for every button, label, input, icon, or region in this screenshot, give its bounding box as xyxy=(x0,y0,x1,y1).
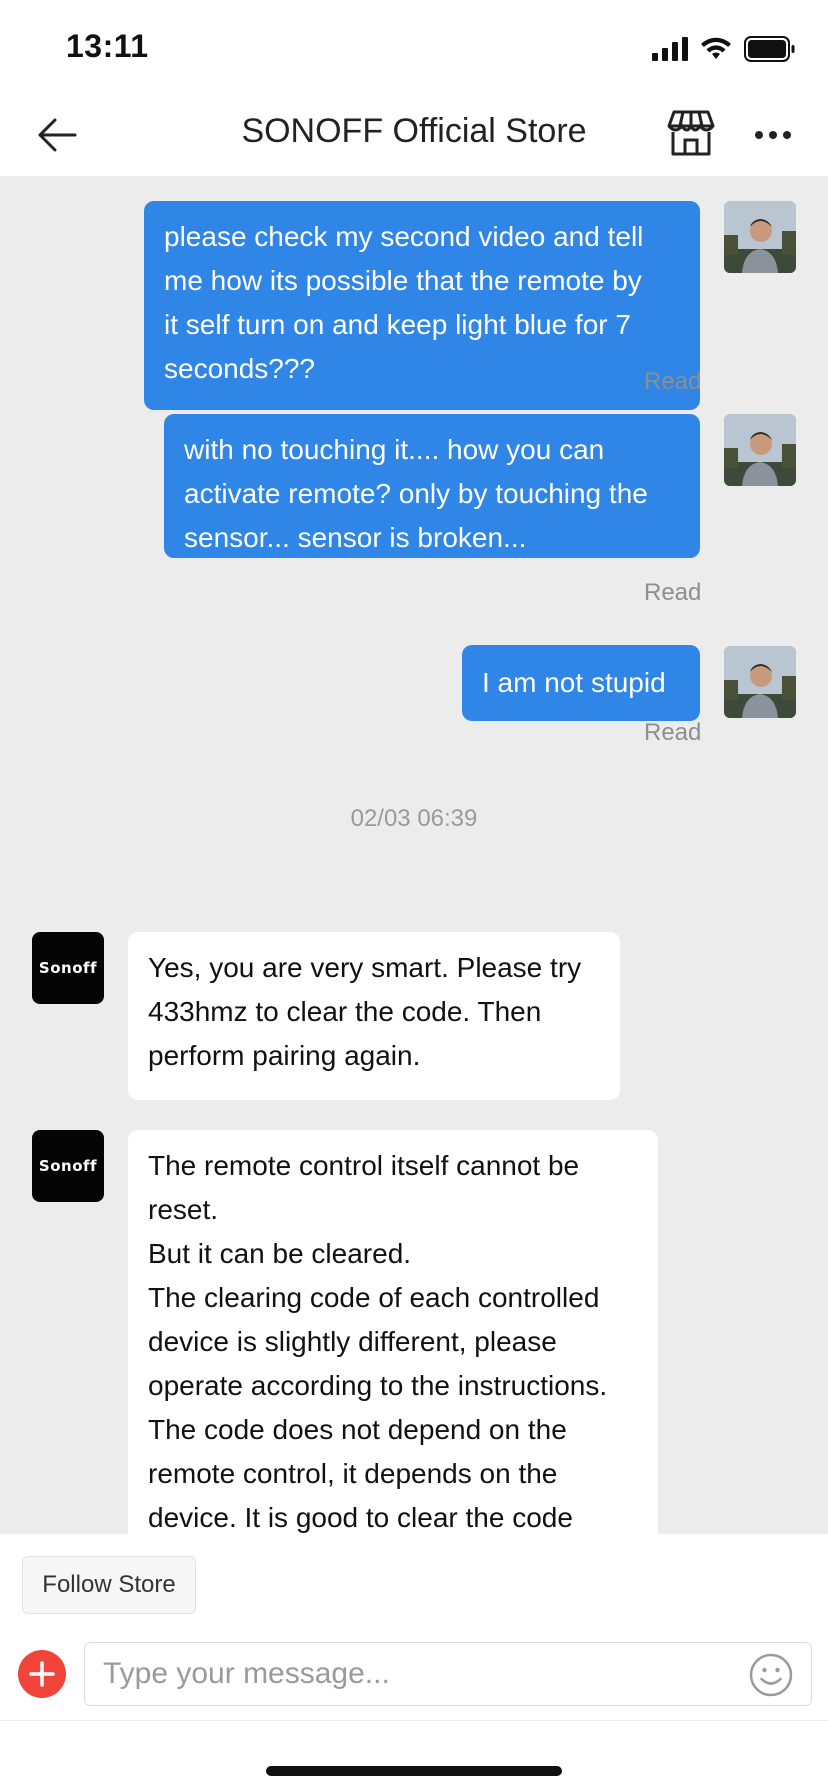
user-avatar[interactable] xyxy=(724,646,796,718)
message-line: device is slightly different, please xyxy=(148,1326,557,1357)
status-bar: 13:11 xyxy=(0,0,828,100)
message-line: sensor... sensor is broken... xyxy=(184,522,527,553)
message-line: me how its possible that the remote by xyxy=(164,265,642,296)
emoji-button[interactable] xyxy=(749,1653,793,1697)
message-line: perform pairing again. xyxy=(148,1040,421,1071)
battery-icon xyxy=(744,36,795,62)
user-avatar[interactable] xyxy=(724,201,796,273)
store-logo-text: Sonoff xyxy=(38,959,98,977)
plus-icon xyxy=(29,1661,55,1687)
read-status: Read xyxy=(644,579,702,606)
user-photo xyxy=(724,414,796,486)
message-bubble-outgoing[interactable]: please check my second video and tell me… xyxy=(144,201,700,410)
home-indicator[interactable] xyxy=(266,1766,562,1776)
nav-bar: SONOFF Official Store xyxy=(0,100,828,176)
status-icons xyxy=(652,36,796,62)
message-bubble-outgoing[interactable]: with no touching it.... how you can acti… xyxy=(164,414,700,558)
message-line: The clearing code of each controlled xyxy=(148,1282,600,1313)
follow-store-button[interactable]: Follow Store xyxy=(22,1556,196,1614)
add-attachment-button[interactable] xyxy=(18,1650,66,1698)
dot-icon xyxy=(769,131,777,139)
store-logo-text: Sonoff xyxy=(38,1157,98,1175)
read-status: Read xyxy=(644,719,702,746)
cellular-signal-icon xyxy=(652,37,688,61)
message-line: it self turn on and keep light blue for … xyxy=(164,309,631,340)
message-line: please check my second video and tell xyxy=(164,221,644,252)
chat-area[interactable]: please check my second video and tell me… xyxy=(0,176,828,1534)
message-line: with no touching it.... how you can xyxy=(184,434,605,465)
message-line: seconds??? xyxy=(164,353,316,384)
message-timestamp: 02/03 06:39 xyxy=(350,805,478,832)
user-avatar[interactable] xyxy=(724,414,796,486)
composer-area: Follow Store xyxy=(0,1534,828,1792)
message-bubble-outgoing[interactable]: I am not stupid xyxy=(462,645,700,721)
message-line: 433hmz to clear the code. Then xyxy=(148,996,542,1027)
storefront-icon xyxy=(667,110,715,156)
read-status: Read xyxy=(644,368,702,395)
dot-icon xyxy=(783,131,791,139)
message-bubble-incoming[interactable]: The remote control itself cannot be rese… xyxy=(128,1130,658,1534)
message-line: The code does not depend on the xyxy=(148,1414,567,1445)
message-line: operate according to the instructions. xyxy=(148,1370,608,1401)
user-photo xyxy=(724,646,796,718)
message-line: reset. xyxy=(148,1194,219,1225)
message-line: remote control, it depends on the xyxy=(148,1458,558,1489)
store-avatar[interactable]: Sonoff xyxy=(32,932,104,1004)
message-line: activate remote? only by touching the xyxy=(184,478,648,509)
store-avatar[interactable]: Sonoff xyxy=(32,1130,104,1202)
message-bubble-incoming[interactable]: Yes, you are very smart. Please try 433h… xyxy=(128,932,620,1100)
user-photo xyxy=(724,201,796,273)
store-button[interactable] xyxy=(666,108,716,158)
smiley-icon xyxy=(749,1653,793,1697)
status-time: 13:11 xyxy=(66,28,149,64)
divider xyxy=(0,1720,828,1721)
message-line: But it can be cleared. xyxy=(148,1238,412,1269)
dot-icon xyxy=(755,131,763,139)
wifi-icon xyxy=(701,37,731,59)
message-line: The remote control itself cannot be xyxy=(148,1150,580,1181)
message-line: device. It is good to clear the code xyxy=(148,1502,573,1533)
message-line: Yes, you are very smart. Please try xyxy=(148,952,582,983)
message-line: I am not stupid xyxy=(482,667,666,698)
message-input-container xyxy=(84,1642,812,1706)
message-input[interactable] xyxy=(103,1643,723,1705)
more-options-button[interactable] xyxy=(748,110,798,160)
